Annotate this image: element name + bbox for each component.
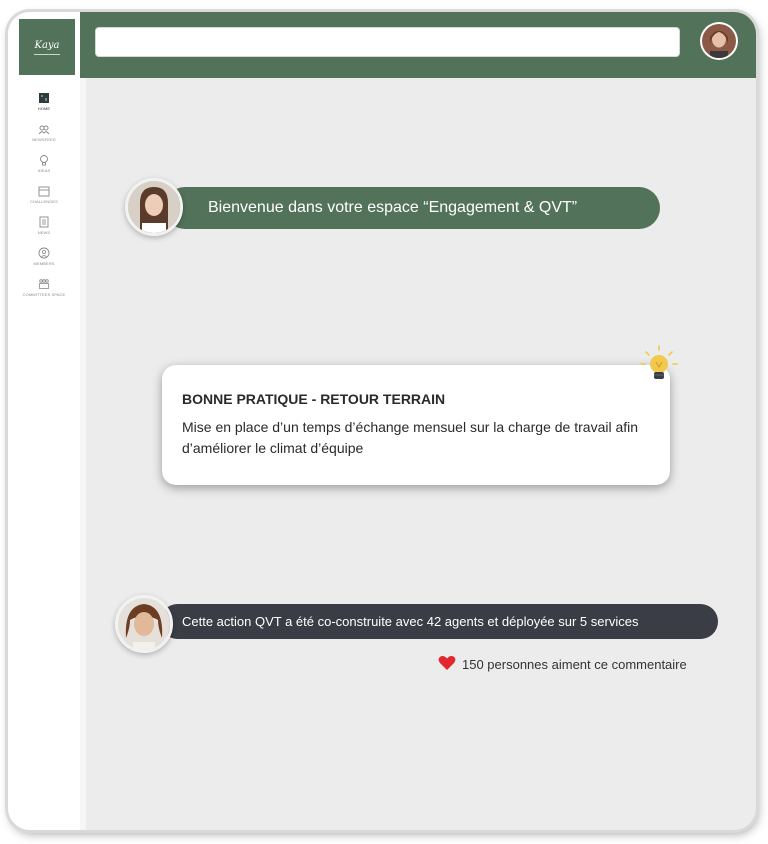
- lightbulb-icon: [640, 345, 678, 390]
- logo-underline: [34, 53, 60, 55]
- newsfeed-icon: [38, 123, 50, 135]
- sidebar-item-members[interactable]: MEMBERS: [8, 247, 80, 278]
- sidebar-item-newsfeed[interactable]: NEWSFEED: [8, 123, 80, 154]
- user-avatar[interactable]: [700, 22, 738, 60]
- card-text: Mise en place d’un temps d’échange mensu…: [182, 419, 639, 456]
- news-icon: [38, 216, 50, 228]
- app-window: Kaya HOME NEWSFEED IDEAS CHALLENGES NEWS…: [8, 12, 756, 830]
- sidebar: Kaya HOME NEWSFEED IDEAS CHALLENGES NEWS…: [8, 12, 80, 830]
- likes-text: 150 personnes aiment ce commentaire: [462, 657, 687, 672]
- sidebar-item-label: NEWS: [37, 230, 51, 235]
- welcome-avatar: [125, 178, 183, 236]
- welcome-text: Bienvenue dans votre espace “Engagement …: [208, 199, 578, 216]
- lightbulb-icon: [38, 154, 50, 166]
- committees-icon: [38, 278, 50, 290]
- sidebar-item-label: IDEAS: [37, 168, 51, 173]
- sidebar-item-ideas[interactable]: IDEAS: [8, 154, 80, 185]
- logo[interactable]: Kaya: [19, 19, 75, 75]
- comment-text: Cette action QVT a été co-construite ave…: [182, 614, 639, 629]
- sidebar-item-committees[interactable]: COMMITTEES SPACE: [8, 278, 80, 309]
- top-bar: [80, 12, 756, 78]
- sidebar-item-label: HOME: [37, 106, 51, 111]
- sidebar-item-label: COMMITTEES SPACE: [22, 292, 66, 297]
- sidebar-item-challenges[interactable]: CHALLENGES: [8, 185, 80, 216]
- sidebar-nav: HOME NEWSFEED IDEAS CHALLENGES NEWS MEMB…: [8, 92, 80, 309]
- calendar-icon: [38, 185, 50, 197]
- home-icon: [38, 92, 50, 104]
- likes-row: 150 personnes aiment ce commentaire: [438, 655, 687, 674]
- best-practice-card[interactable]: BONNE PRATIQUE - RETOUR TERRAIN Mise en …: [162, 365, 670, 485]
- members-icon: [38, 247, 50, 259]
- comment-avatar: [115, 595, 173, 653]
- content-edge: [80, 78, 86, 830]
- sidebar-item-label: NEWSFEED: [32, 137, 56, 142]
- sidebar-item-home[interactable]: HOME: [8, 92, 80, 123]
- heart-icon[interactable]: [438, 655, 456, 674]
- avatar-image: [118, 598, 170, 650]
- welcome-banner: Bienvenue dans votre espace “Engagement …: [164, 187, 660, 229]
- comment-bubble[interactable]: Cette action QVT a été co-construite ave…: [160, 604, 718, 639]
- avatar-image: [702, 24, 736, 58]
- sidebar-item-news[interactable]: NEWS: [8, 216, 80, 247]
- logo-text: Kaya: [34, 39, 60, 51]
- avatar-image: [128, 181, 180, 233]
- search-input[interactable]: [95, 27, 680, 57]
- sidebar-item-label: MEMBERS: [33, 261, 55, 266]
- sidebar-item-label: CHALLENGES: [30, 199, 58, 204]
- card-title: BONNE PRATIQUE - RETOUR TERRAIN: [182, 391, 446, 407]
